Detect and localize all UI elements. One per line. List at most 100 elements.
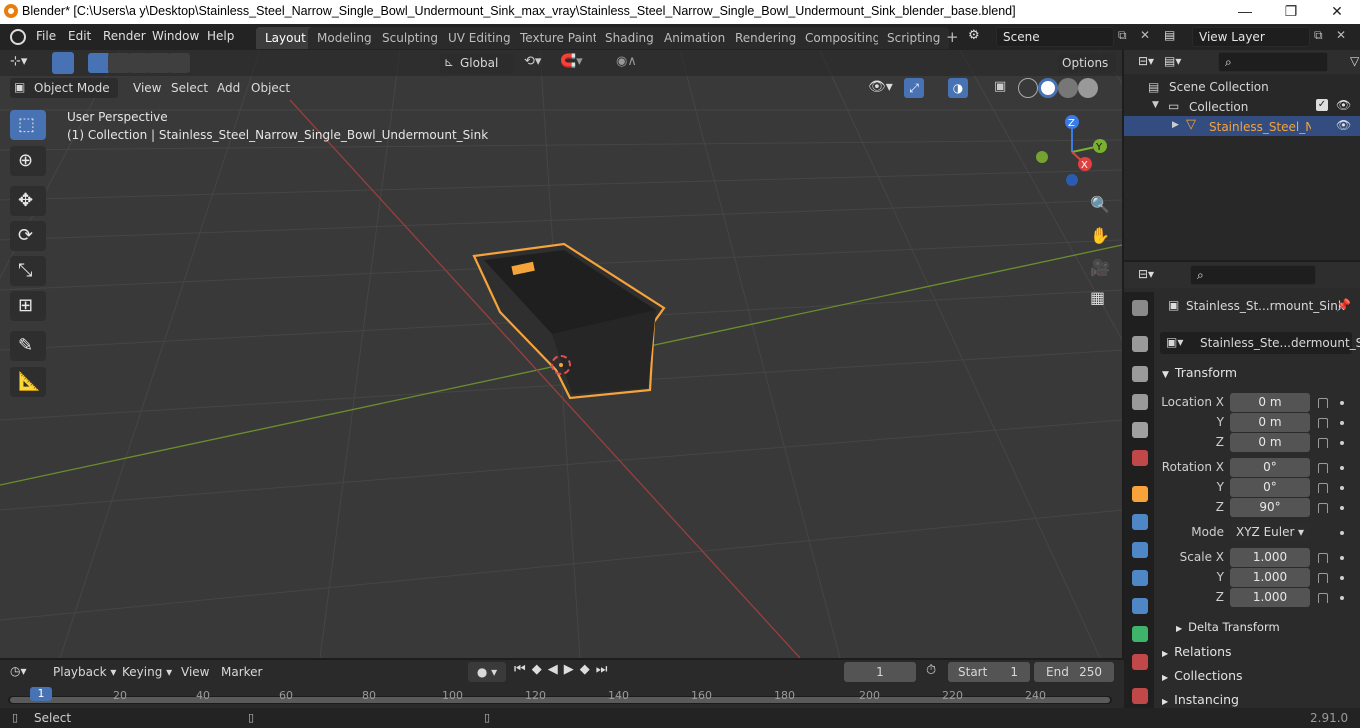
object-expand-icon[interactable]: ▶ [1172, 120, 1179, 130]
remove-scene-icon[interactable]: ✕ [1140, 28, 1150, 42]
remove-view-layer-icon[interactable]: ✕ [1336, 28, 1346, 42]
viewport-menu-view[interactable]: View [133, 81, 161, 95]
collection-eye-icon[interactable]: 👁 [1336, 98, 1351, 112]
gizmo-toggle-icon[interactable]: ⤢ [904, 78, 924, 98]
collection-label[interactable]: Collection [1189, 100, 1248, 114]
rendered-shading-icon[interactable] [1078, 78, 1098, 98]
menu-window[interactable]: Window [152, 29, 199, 43]
tab-compositing[interactable]: Compositing [796, 27, 890, 49]
zoom-icon[interactable]: 🔍 [1090, 195, 1110, 214]
solid-shading-icon[interactable] [1038, 78, 1058, 98]
object-tab-icon[interactable] [1132, 486, 1148, 502]
tab-uv-editing[interactable]: UV Editing [439, 27, 520, 49]
wireframe-shading-icon[interactable] [1018, 78, 1038, 98]
pivot-point-icon[interactable]: ⟲▾ [524, 54, 541, 69]
object-name-field[interactable]: ▣▾ Stainless_Ste...dermount_Sink [1160, 332, 1360, 354]
data-tab-icon[interactable] [1132, 626, 1148, 642]
scale-y-field[interactable]: 1.000 [1230, 568, 1310, 587]
tab-texture-paint[interactable]: Texture Paint [511, 27, 607, 49]
rotation-z-field[interactable]: 90° [1230, 498, 1310, 517]
playback-controls[interactable]: ⏮◆◀▶◆⏭ [514, 662, 634, 682]
keyframe-dot-icon[interactable] [1340, 556, 1344, 560]
scene-icon[interactable]: ⚙ [968, 28, 980, 43]
current-frame-field[interactable]: 1 [844, 662, 916, 682]
viewport-menu-object[interactable]: Object [251, 81, 290, 95]
properties-search-input[interactable]: ⌕ [1190, 265, 1316, 285]
keyframe-dot-icon[interactable] [1340, 531, 1344, 535]
snap-icon[interactable]: 🧲▾ [560, 54, 583, 69]
pin-icon[interactable]: 📌 [1336, 298, 1351, 312]
copy-scene-icon[interactable]: ⧉ [1118, 28, 1127, 43]
collection-checkbox[interactable]: ✓ [1316, 99, 1328, 111]
xray-toggle-icon[interactable]: ▣ [994, 79, 1006, 94]
keyframe-dot-icon[interactable] [1340, 421, 1344, 425]
particles-tab-icon[interactable] [1132, 542, 1148, 558]
lock-location-y-icon[interactable] [1318, 418, 1328, 428]
texture-tab-icon[interactable] [1132, 688, 1148, 704]
keyframe-dot-icon[interactable] [1340, 401, 1344, 405]
scale-tool-button[interactable]: ⤡ [10, 256, 46, 286]
mode-dropdown[interactable]: ▣ Object Mode [10, 78, 118, 98]
tab-shading[interactable]: Shading [596, 27, 663, 49]
scene-field[interactable]: Scene [996, 27, 1114, 47]
rotation-x-field[interactable]: 0° [1230, 458, 1310, 477]
keyframe-dot-icon[interactable] [1340, 441, 1344, 445]
blender-menu-icon[interactable] [10, 29, 26, 45]
annotate-tool-button[interactable]: ✎ [10, 331, 46, 361]
measure-tool-button[interactable]: 📐 [10, 367, 46, 397]
view-layer-icon[interactable]: ▤ [1164, 28, 1175, 42]
rotation-mode-dropdown[interactable]: XYZ Euler ▾ [1230, 523, 1310, 542]
lock-location-x-icon[interactable] [1318, 398, 1328, 408]
camera-view-icon[interactable]: 🎥 [1090, 258, 1110, 277]
rotate-tool-button[interactable]: ⟳ [10, 221, 46, 251]
timeline-keying-menu[interactable]: Keying ▾ [122, 665, 172, 679]
scale-z-field[interactable]: 1.000 [1230, 588, 1310, 607]
scale-x-field[interactable]: 1.000 [1230, 548, 1310, 567]
filter-icon[interactable]: ▽ [1350, 54, 1359, 68]
transform-section-header[interactable]: ▼ Transform [1162, 365, 1237, 380]
object-label[interactable]: Stainless_Steel_Narr [1209, 120, 1311, 134]
ortho-grid-icon[interactable]: ▦ [1090, 288, 1105, 307]
lock-scale-y-icon[interactable] [1318, 573, 1328, 583]
lock-rotation-y-icon[interactable] [1318, 483, 1328, 493]
lock-rotation-z-icon[interactable] [1318, 503, 1328, 513]
timeline-playback-menu[interactable]: Playback ▾ [53, 665, 116, 679]
proportional-edit-icon[interactable]: ◉∧ [616, 54, 637, 69]
timeline-editor-icon[interactable]: ◷▾ [10, 664, 27, 678]
relations-section[interactable]: ▶ Relations [1162, 644, 1232, 659]
location-y-field[interactable]: 0 m [1230, 413, 1310, 432]
selection-mode-new-icon[interactable] [88, 53, 110, 73]
move-tool-button[interactable]: ✥ [10, 186, 46, 216]
object-eye-icon[interactable]: 👁 [1336, 118, 1351, 132]
collections-section[interactable]: ▶ Collections [1162, 668, 1243, 683]
lock-location-z-icon[interactable] [1318, 438, 1328, 448]
collection-expand-icon[interactable]: ▼ [1152, 100, 1159, 110]
menu-file[interactable]: File [36, 29, 56, 43]
physics-tab-icon[interactable] [1132, 570, 1148, 586]
menu-help[interactable]: Help [207, 29, 234, 43]
outliner-search-input[interactable]: ⌕ [1218, 52, 1328, 72]
preview-range-icon[interactable]: ⏱ [926, 663, 936, 678]
tab-rendering[interactable]: Rendering [726, 27, 806, 49]
location-z-field[interactable]: 0 m [1230, 433, 1310, 452]
outliner-editor-icon[interactable]: ⊟▾ [1138, 54, 1154, 68]
tab-modeling[interactable]: Modeling [308, 27, 381, 49]
timeline-marker-menu[interactable]: Marker [221, 665, 262, 679]
menu-render[interactable]: Render [103, 29, 146, 43]
editor-type-icon[interactable]: ⊹▾ [10, 54, 27, 69]
delta-transform-section[interactable]: ▶ Delta Transform [1176, 620, 1280, 634]
lock-scale-x-icon[interactable] [1318, 553, 1328, 563]
tab-sculpting[interactable]: Sculpting [373, 27, 448, 49]
keyframe-dot-icon[interactable] [1340, 486, 1344, 490]
output-tab-icon[interactable] [1132, 366, 1148, 382]
end-frame-field[interactable]: End 250 [1034, 662, 1114, 682]
tool-tab-icon[interactable] [1132, 300, 1148, 316]
material-tab-icon[interactable] [1132, 654, 1148, 670]
tab-layout[interactable]: Layout [256, 27, 315, 49]
viewport-menu-add[interactable]: Add [217, 81, 240, 95]
selection-mode-extend-icon[interactable] [108, 53, 130, 73]
maximize-button[interactable]: ❐ [1268, 0, 1314, 24]
instancing-section[interactable]: ▶ Instancing [1162, 692, 1239, 707]
options-dropdown[interactable]: Options [1058, 53, 1116, 73]
material-preview-icon[interactable] [1058, 78, 1078, 98]
